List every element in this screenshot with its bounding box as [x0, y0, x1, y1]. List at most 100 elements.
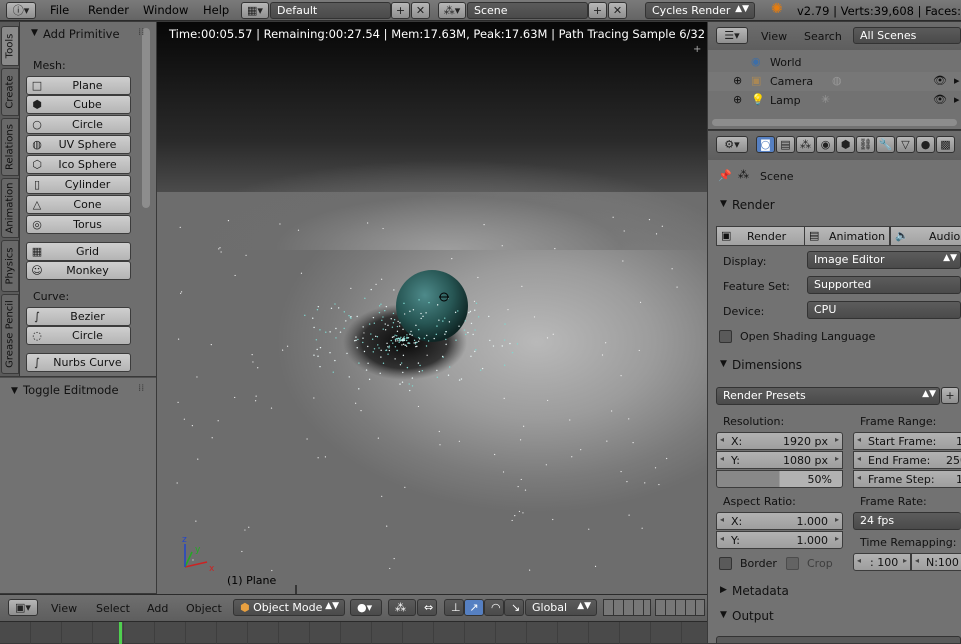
add-bezier-button[interactable]: ∫ Bezier — [26, 307, 131, 326]
menu-file[interactable]: File — [50, 3, 69, 17]
output-path-field[interactable] — [716, 636, 961, 643]
render-presets-select[interactable]: Render Presets ▲▼ — [716, 387, 940, 405]
expand-icon[interactable]: ⊕ — [733, 93, 742, 106]
rotate-tool-toggle[interactable]: ◠ — [484, 599, 504, 616]
outliner-menu-search[interactable]: Search — [804, 30, 842, 43]
menu-view[interactable]: View — [51, 602, 77, 615]
camera-data-icon[interactable]: ◍ — [832, 74, 842, 87]
pin-icon[interactable]: 📌 — [718, 169, 732, 182]
menu-render[interactable]: Render — [88, 3, 129, 17]
panel-grip-icon[interactable]: ⁞⁞ — [138, 27, 144, 38]
expand-icon[interactable]: ⊕ — [733, 74, 742, 87]
menu-window[interactable]: Window — [143, 3, 188, 17]
modifiers-wrench-icon[interactable]: 🔧 — [876, 136, 895, 153]
material-icon[interactable]: ● — [916, 136, 935, 153]
remove-scene-icon[interactable]: ✕ — [608, 2, 627, 19]
add-ico-sphere-button[interactable]: ⬡ Ico Sphere — [26, 155, 131, 174]
tab-animation[interactable]: Animation — [1, 178, 19, 238]
add-nurbs-curve-button[interactable]: ∫ Nurbs Curve — [26, 353, 131, 372]
render-engine-select[interactable]: Cycles Render ▲▼ — [645, 2, 755, 19]
render-animation-button[interactable]: ▤ Animation — [804, 226, 890, 246]
add-preset-icon[interactable]: + — [941, 387, 959, 404]
3d-viewport[interactable]: x y z Time:00:05.57 | Remaining:00:27.54… — [157, 22, 707, 594]
osl-checkbox[interactable] — [719, 330, 732, 343]
add-monkey-button[interactable]: ☺ Monkey — [26, 261, 131, 280]
viewport-corner-add-icon[interactable]: + — [693, 44, 701, 55]
object-context-icon[interactable]: ⬢ — [836, 136, 855, 153]
add-grid-button[interactable]: ▦ Grid — [26, 242, 131, 261]
feature-set-select[interactable]: Supported — [807, 276, 961, 294]
resolution-percentage-slider[interactable]: 50% — [716, 470, 843, 488]
render-panel-header[interactable]: ▼ Render — [708, 195, 961, 217]
add-scene-icon[interactable]: + — [588, 2, 607, 19]
screen-layout-field[interactable]: Default — [270, 2, 391, 19]
interaction-mode-select[interactable]: ⬢ Object Mode ▲▼ — [233, 599, 345, 616]
dimensions-panel-header[interactable]: ▼ Dimensions — [708, 355, 961, 377]
visibility-eye-icon[interactable]: 👁 — [933, 74, 947, 87]
world-context-icon[interactable]: ◉ — [816, 136, 835, 153]
constraints-icon[interactable]: ⛓ — [856, 136, 875, 153]
current-frame-marker[interactable] — [119, 622, 122, 644]
scene-context-icon[interactable]: ⁂ — [796, 136, 815, 153]
outliner-row-lamp[interactable]: ⊕ 💡 Lamp ✳ 👁 ▸ — [708, 91, 961, 110]
render-layers-icon[interactable]: ▤ — [776, 136, 795, 153]
remove-layout-icon[interactable]: ✕ — [411, 2, 430, 19]
render-audio-button[interactable]: 🔈 Audio — [890, 226, 961, 246]
outliner-type-icon[interactable]: ☰▾ — [716, 27, 748, 44]
transform-orientation-select[interactable]: Global ▲▼ — [525, 599, 597, 616]
panel-collapse-arrow-icon[interactable]: ▼ — [31, 28, 38, 38]
tab-create[interactable]: Create — [1, 68, 19, 116]
frame-step-field[interactable]: ◂ Frame Step: 1 — [853, 470, 961, 488]
add-cone-button[interactable]: △ Cone — [26, 195, 131, 214]
manipulator-toggle[interactable]: ⇔ — [417, 599, 437, 616]
operator-panel-title[interactable]: Toggle Editmode — [23, 383, 119, 397]
operator-collapse-arrow-icon[interactable]: ▼ — [11, 386, 18, 396]
editor-type-icon[interactable]: ▣▾ — [8, 599, 38, 616]
end-frame-field[interactable]: ◂End Frame:250 — [853, 451, 961, 469]
selectable-arrow-icon[interactable]: ▸ — [954, 93, 960, 106]
viewport-shading-select[interactable]: ●▾ — [350, 599, 382, 616]
resolution-y-field[interactable]: ◂ Y: 1080 px ▸ — [716, 451, 843, 469]
layer-buttons[interactable] — [603, 599, 651, 616]
add-circle-button[interactable]: ○ Circle — [26, 115, 131, 134]
layer-buttons-2[interactable] — [655, 599, 705, 616]
metadata-panel-header[interactable]: ▶ Metadata — [708, 581, 961, 603]
scale-tool-toggle[interactable]: ↘ — [504, 599, 524, 616]
menu-add[interactable]: Add — [147, 602, 168, 615]
time-remap-new-field[interactable]: ◂ N:100 — [911, 553, 961, 571]
menu-object[interactable]: Object — [186, 602, 222, 615]
outliner-scrollbar[interactable] — [712, 119, 957, 126]
tab-grease-pencil[interactable]: Grease Pencil — [1, 294, 19, 374]
frame-rate-select[interactable]: 24 fps — [853, 512, 961, 530]
display-select[interactable]: Image Editor ▲▼ — [807, 251, 961, 269]
screen-layout-icon[interactable]: ▦▾ — [241, 2, 269, 19]
outliner-row-world[interactable]: ◉ World — [708, 53, 961, 72]
add-uv-sphere-button[interactable]: ◍ UV Sphere — [26, 135, 131, 154]
tab-tools[interactable]: Tools — [1, 26, 19, 66]
scene-icon[interactable]: ⁂▾ — [438, 2, 466, 19]
aspect-x-field[interactable]: ◂ X: 1.000 ▸ — [716, 512, 843, 530]
add-primitive-panel-title[interactable]: Add Primitive — [43, 27, 120, 41]
data-icon[interactable]: ▽ — [896, 136, 915, 153]
timeline[interactable] — [0, 621, 707, 644]
tool-shelf-scrollbar[interactable] — [142, 28, 150, 208]
lamp-data-icon[interactable]: ✳ — [821, 93, 830, 106]
border-checkbox[interactable] — [719, 557, 732, 570]
menu-select[interactable]: Select — [96, 602, 130, 615]
resolution-x-field[interactable]: ◂ X: 1920 px ▸ — [716, 432, 843, 450]
add-cylinder-button[interactable]: ▯ Cylinder — [26, 175, 131, 194]
render-button[interactable]: ▣ Render — [716, 226, 807, 246]
scene-field[interactable]: Scene — [467, 2, 588, 19]
texture-icon[interactable]: ▩ — [936, 136, 955, 153]
time-remap-old-field[interactable]: ◂: 100 ▸ — [853, 553, 911, 571]
add-cube-button[interactable]: ⬢ Cube — [26, 95, 131, 114]
outliner-display-select[interactable]: All Scenes — [853, 27, 961, 44]
operator-grip-icon[interactable]: ⁞⁞ — [138, 383, 144, 394]
move-tool-toggle[interactable]: ↗ — [464, 599, 484, 616]
outliner-row-camera[interactable]: ⊕ ▣ Camera ◍ 👁 ▸ — [708, 72, 961, 91]
device-select[interactable]: CPU — [807, 301, 961, 319]
render-context-icon[interactable]: ◙ — [756, 136, 775, 153]
aspect-y-field[interactable]: ◂ Y: 1.000 ▸ — [716, 531, 843, 549]
tab-physics[interactable]: Physics — [1, 240, 19, 292]
add-layout-icon[interactable]: + — [391, 2, 410, 19]
